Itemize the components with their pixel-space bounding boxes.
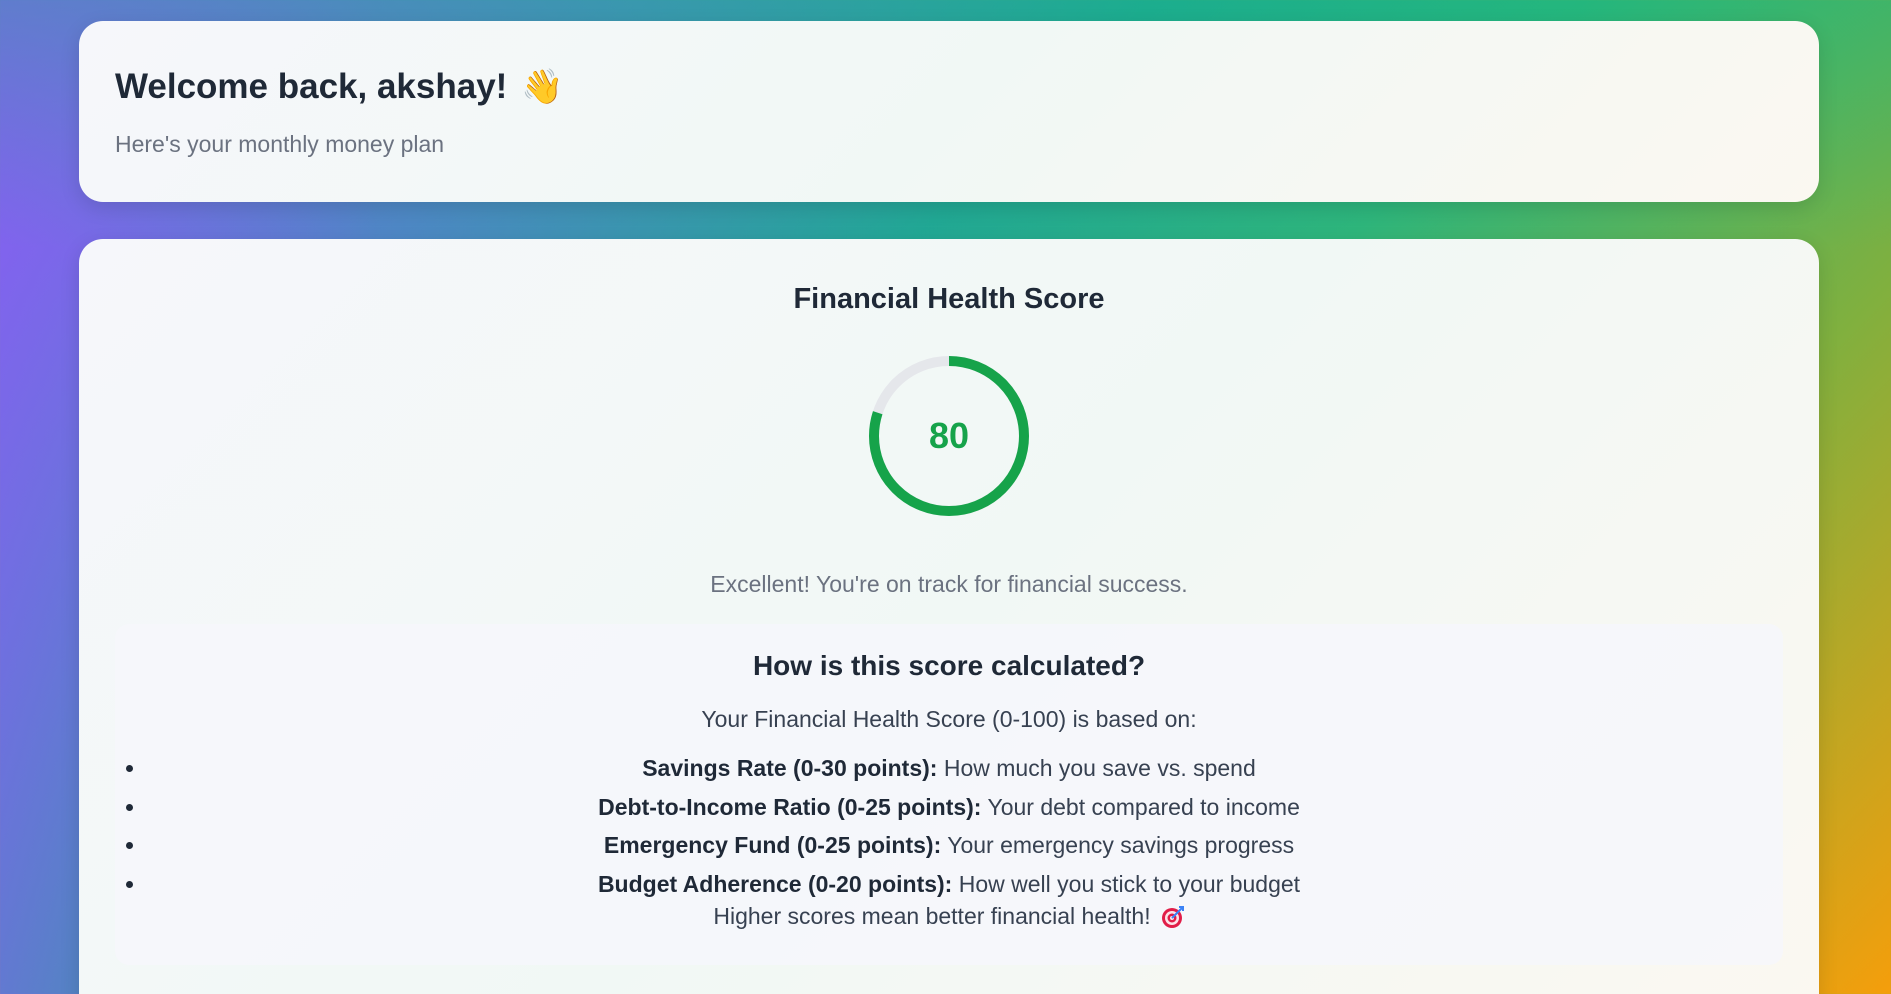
- criteria-description: Your debt compared to income: [981, 793, 1300, 820]
- footer-text: Higher scores mean better financial heal…: [713, 903, 1151, 929]
- criteria-label: Debt-to-Income Ratio (0-25 points):: [598, 793, 982, 820]
- criteria-description: Your emergency savings progress: [941, 832, 1295, 858]
- target-icon: [1161, 905, 1185, 929]
- welcome-title: Welcome back, akshay!: [115, 67, 508, 106]
- criteria-label: Savings Rate (0-30 points):: [642, 755, 938, 781]
- criteria-item-emergency-fund: Emergency Fund (0-25 points): Your emerg…: [147, 826, 1783, 865]
- waving-hand-icon: 👋: [521, 68, 564, 106]
- explanation-intro: Your Financial Health Score (0-100) is b…: [701, 706, 1197, 732]
- criteria-description: How much you save vs. spend: [937, 755, 1256, 781]
- welcome-heading: Welcome back, akshay! 👋: [115, 67, 1783, 107]
- welcome-subtitle: Here's your monthly money plan: [115, 131, 445, 157]
- financial-health-card: Financial Health Score 80 Excellent! You…: [79, 239, 1819, 994]
- score-message: Excellent! You're on track for financial…: [710, 571, 1188, 597]
- score-title: Financial Health Score: [793, 283, 1105, 315]
- criteria-label: Emergency Fund (0-25 points):: [603, 832, 942, 858]
- criteria-item-debt-to-income: Debt-to-Income Ratio (0-25 points): Your…: [147, 788, 1783, 827]
- score-explanation: How is this score calculated? Your Finan…: [115, 624, 1783, 965]
- welcome-card: Welcome back, akshay! 👋 Here's your mont…: [79, 21, 1819, 202]
- criteria-description: How well you stick to your budget: [952, 870, 1301, 897]
- score-gauge: 80: [866, 353, 1032, 519]
- criteria-item-budget-adherence: Budget Adherence (0-20 points): How well…: [147, 865, 1783, 904]
- score-value: 80: [928, 415, 970, 456]
- criteria-label: Budget Adherence (0-20 points):: [597, 870, 953, 897]
- explanation-title: How is this score calculated?: [752, 650, 1146, 681]
- score-criteria-list: Savings Rate (0-30 points): How much you…: [115, 749, 1783, 903]
- explanation-footer: Higher scores mean better financial heal…: [115, 903, 1783, 930]
- criteria-item-savings-rate: Savings Rate (0-30 points): How much you…: [147, 749, 1783, 788]
